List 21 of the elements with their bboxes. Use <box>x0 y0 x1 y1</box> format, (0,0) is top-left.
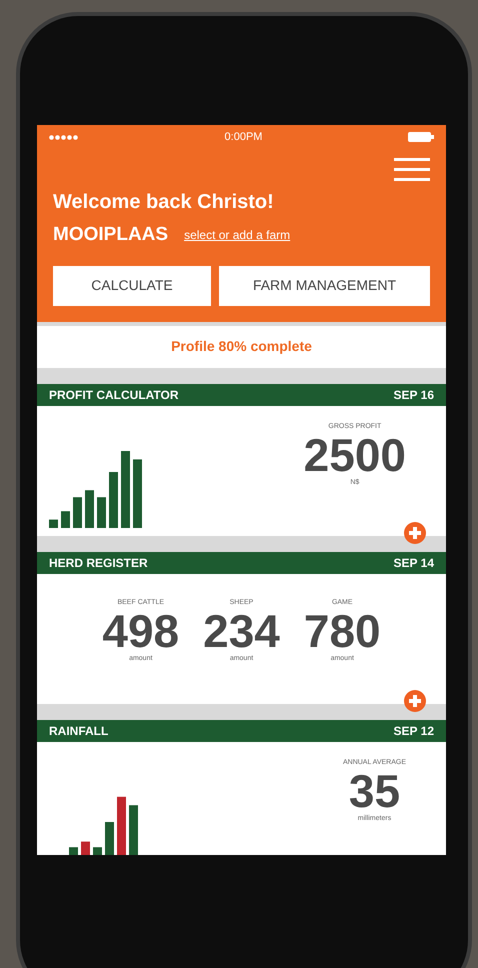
welcome-heading: Welcome back Christo! <box>52 190 275 215</box>
stat-value: 498 <box>102 608 180 654</box>
card-title: PROFIT CALCULATOR <box>49 386 179 404</box>
add-button[interactable] <box>404 690 426 712</box>
add-button[interactable] <box>404 522 426 544</box>
card-date: SEP 12 <box>394 722 434 740</box>
header-button[interactable]: FARM MANAGEMENT <box>219 266 430 306</box>
stat-value: 234 <box>203 608 280 654</box>
header-button[interactable]: CALCULATE <box>53 266 211 306</box>
menu-button[interactable] <box>394 157 430 183</box>
status-time: 0:00PM <box>224 130 262 145</box>
battery-icon <box>408 132 434 142</box>
card-date: SEP 14 <box>394 554 434 572</box>
card-title: RAINFALL <box>49 722 108 740</box>
farm-name: MOOIPLAAS <box>53 223 168 247</box>
card-date: SEP 16 <box>394 386 434 404</box>
signal-icon <box>49 134 79 140</box>
stat-value: 2500 <box>304 432 406 478</box>
stat-value: 780 <box>304 608 381 654</box>
stat-value: 35 <box>348 768 402 814</box>
card-title: HERD REGISTER <box>49 554 148 572</box>
